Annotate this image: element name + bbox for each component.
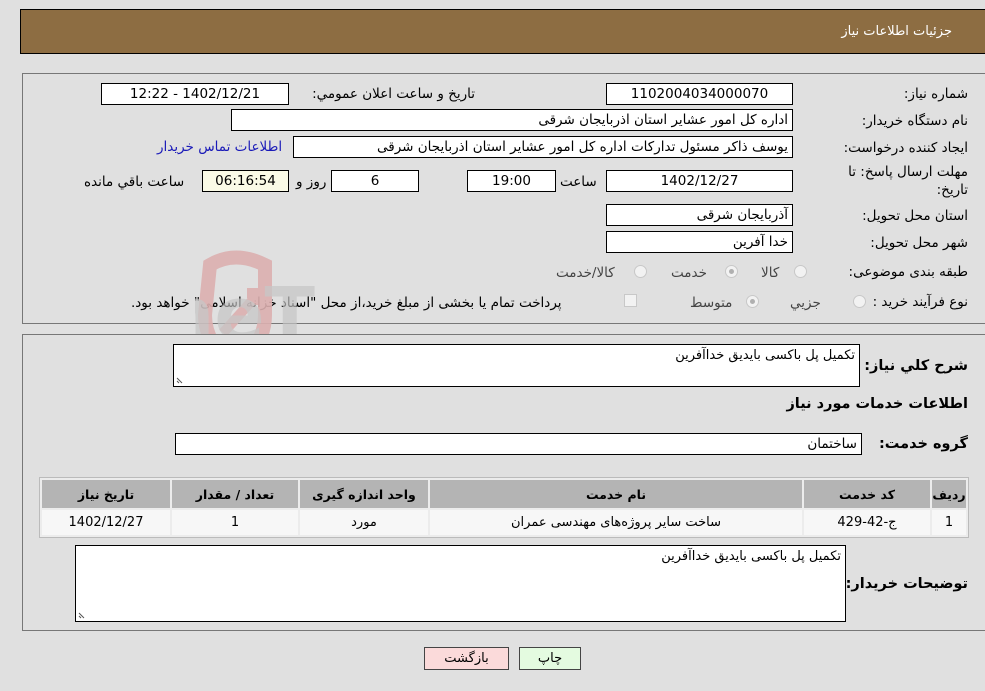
deadline-time-field: 19:00 — [467, 170, 556, 192]
days-label: روز و — [296, 174, 327, 190]
page-title: جزئیات اطلاعات نیاز — [841, 24, 952, 39]
delivery-city-label: شهر محل تحویل: — [870, 235, 968, 251]
need-number-label: شماره نیاز: — [903, 86, 968, 102]
category-radio-goods-service[interactable] — [634, 265, 647, 278]
resize-handle-icon[interactable] — [176, 375, 185, 384]
table-row: 1 ج-42-429 ساخت سایر پروژه‌های مهندسی عم… — [42, 510, 966, 535]
category-option-service: خدمت — [671, 265, 707, 281]
cell-service-code: ج-42-429 — [804, 510, 930, 535]
remaining-days-field: 6 — [331, 170, 419, 192]
table-header-row: رديف کد خدمت نام خدمت واحد اندازه گیری ت… — [42, 480, 966, 508]
col-header-quantity: تعداد / مقدار — [172, 480, 298, 508]
page-header: جزئیات اطلاعات نیاز — [20, 9, 985, 54]
category-label: طبقه بندی موضوعی: — [848, 264, 968, 280]
buyer-notes-textarea[interactable]: تکمیل پل باکسی بایدیق خداآفرین — [75, 545, 846, 622]
delivery-province-field: آذربایجان شرقی — [606, 204, 793, 226]
treasury-checkbox[interactable] — [624, 294, 637, 307]
col-header-row-num: رديف — [932, 480, 966, 508]
deadline-time-label: ساعت — [560, 174, 597, 190]
deadline-label-1: مهلت ارسال پاسخ: تا — [848, 164, 968, 180]
deadline-label-2: تاریخ: — [936, 182, 968, 198]
need-number-field: 1102004034000070 — [606, 83, 793, 105]
general-desc-textarea[interactable]: تکمیل پل باکسی بایدیق خداآفرین — [173, 344, 860, 387]
buyer-org-field: اداره کل امور عشایر استان اذربایجان شرقی — [231, 109, 793, 131]
services-table: رديف کد خدمت نام خدمت واحد اندازه گیری ت… — [39, 477, 969, 538]
cell-unit: مورد — [300, 510, 428, 535]
services-section-title: اطلاعات خدمات مورد نياز — [786, 396, 968, 412]
cell-need-date: 1402/12/27 — [42, 510, 170, 535]
service-group-field: ساختمان — [175, 433, 862, 455]
remaining-time-label: ساعت باقي مانده — [84, 174, 185, 190]
resize-handle-icon[interactable] — [78, 610, 87, 619]
cell-row-num: 1 — [932, 510, 966, 535]
purchase-radio-medium[interactable] — [746, 295, 759, 308]
general-desc-text: تکمیل پل باکسی بایدیق خداآفرین — [675, 348, 855, 363]
cell-service-name: ساخت سایر پروژه‌های مهندسی عمران — [430, 510, 802, 535]
buyer-notes-label: توضیحات خریدار: — [845, 576, 968, 592]
cell-quantity: 1 — [172, 510, 298, 535]
requester-field: یوسف ذاکر مسئول تدارکات اداره کل امور عش… — [293, 136, 793, 158]
purchase-radio-minor[interactable] — [853, 295, 866, 308]
delivery-province-label: استان محل تحویل: — [862, 208, 968, 224]
col-header-need-date: تاریخ نیاز — [42, 480, 170, 508]
purchase-option-medium: متوسط — [690, 295, 733, 311]
remaining-time-field: 06:16:54 — [202, 170, 289, 192]
category-option-goods-service: کالا/خدمت — [556, 265, 615, 281]
col-header-service-code: کد خدمت — [804, 480, 930, 508]
category-radio-service[interactable] — [725, 265, 738, 278]
buyer-contact-link[interactable]: اطلاعات تماس خریدار — [157, 139, 282, 155]
general-desc-label: شرح کلي نياز: — [864, 358, 968, 374]
back-button[interactable]: بازگشت — [424, 647, 509, 670]
col-header-unit: واحد اندازه گیری — [300, 480, 428, 508]
announce-datetime-field: 1402/12/21 - 12:22 — [101, 83, 289, 105]
buyer-org-label: نام دستگاه خریدار: — [861, 113, 968, 129]
print-button[interactable]: چاپ — [519, 647, 581, 670]
buyer-notes-text: تکمیل پل باکسی بایدیق خداآفرین — [661, 549, 841, 564]
delivery-city-field: خدا آفرین — [606, 231, 793, 253]
announce-datetime-label: تاریخ و ساعت اعلان عمومي: — [312, 86, 475, 102]
service-group-label: گروه خدمت: — [878, 436, 968, 452]
category-radio-goods[interactable] — [794, 265, 807, 278]
col-header-service-name: نام خدمت — [430, 480, 802, 508]
treasury-checkbox-label: پرداخت تمام یا بخشی از مبلغ خرید،از محل … — [131, 295, 562, 311]
purchase-type-label: نوع فرآیند خرید : — [872, 294, 968, 310]
deadline-date-field: 1402/12/27 — [606, 170, 793, 192]
requester-label: ایجاد کننده درخواست: — [843, 140, 968, 156]
purchase-option-minor: جزیي — [790, 295, 821, 311]
category-option-goods: کالا — [761, 265, 780, 281]
